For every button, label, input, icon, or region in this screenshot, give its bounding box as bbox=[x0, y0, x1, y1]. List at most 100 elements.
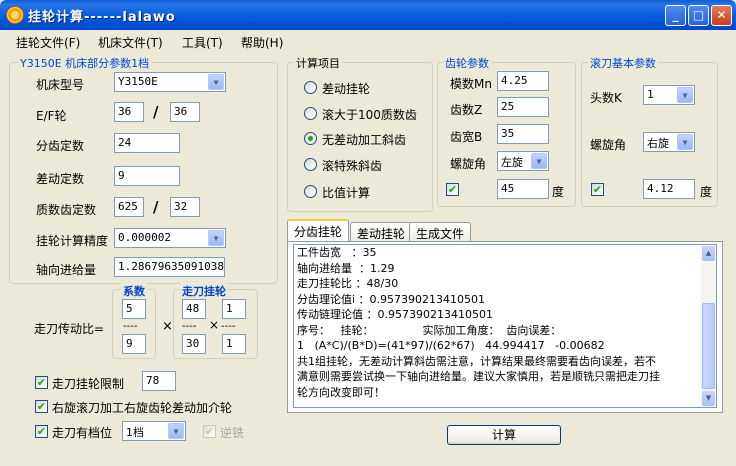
module-input[interactable]: 4.25 bbox=[497, 71, 549, 91]
feed-gear-c-input[interactable]: 30 bbox=[182, 334, 206, 354]
right-hand-checkbox[interactable]: ✔ bbox=[35, 400, 48, 413]
gear-pos-select[interactable]: 1档 ▼ bbox=[122, 421, 186, 441]
gear-angle-checkbox[interactable]: ✔ bbox=[446, 183, 459, 196]
gear-degree-label: 度 bbox=[552, 185, 565, 199]
feed-gear-a-input[interactable]: 48 bbox=[182, 299, 206, 319]
limit-label: 走刀挂轮限制 bbox=[52, 377, 125, 391]
hob-degree-label: 度 bbox=[700, 185, 713, 199]
tab-generate-file[interactable]: 生成文件 bbox=[409, 222, 472, 242]
radio-prime-over-100[interactable] bbox=[304, 107, 317, 120]
feed-input[interactable]: 1.28679635091038 bbox=[114, 257, 225, 277]
calculate-button[interactable]: 计算 bbox=[447, 425, 561, 445]
maximize-button[interactable]: □ bbox=[688, 5, 709, 26]
ef-label: E/F轮 bbox=[36, 109, 67, 123]
feed-gear-title: 走刀挂轮 bbox=[180, 283, 228, 299]
result-output[interactable]: 工件齿宽 ：35 轴向进给量 ：1.29 走刀挂轮比 ：48/30 分齿理论值i… bbox=[293, 244, 717, 408]
coef-top-input[interactable]: 5 bbox=[122, 299, 146, 319]
tab-fenchi[interactable]: 分齿挂轮 bbox=[287, 219, 350, 242]
close-button[interactable]: ✕ bbox=[711, 5, 732, 26]
feed-gear-divider-right: ---- bbox=[221, 321, 236, 332]
chadong-input[interactable]: 9 bbox=[114, 166, 180, 186]
minimize-button[interactable]: _ bbox=[665, 5, 686, 26]
output-line: 满意则需要尝试换一下轴向进给量。建议大家慎用，若是顺铣只需把走刀挂 bbox=[297, 370, 660, 383]
chevron-down-icon: ▼ bbox=[208, 230, 224, 246]
gear-helix-select[interactable]: 左旋 ▼ bbox=[497, 151, 549, 171]
feed-gear-b-input[interactable]: 1 bbox=[222, 299, 246, 319]
f-gear-input[interactable]: 36 bbox=[170, 102, 200, 122]
zhishu-b-input[interactable]: 32 bbox=[170, 197, 200, 217]
hob-helix-select[interactable]: 右旋 ▼ bbox=[643, 132, 695, 152]
coef-bottom-input[interactable]: 9 bbox=[122, 334, 146, 354]
radio-special-helical[interactable] bbox=[304, 158, 317, 171]
feed-label: 轴向进给量 bbox=[36, 263, 97, 277]
e-gear-input[interactable]: 36 bbox=[114, 102, 144, 122]
hob-group-title: 滚刀基本参数 bbox=[588, 55, 658, 71]
radio-ratio-label: 比值计算 bbox=[322, 186, 371, 200]
coef-divider: ---- bbox=[123, 321, 138, 332]
radio-ratio[interactable] bbox=[304, 185, 317, 198]
precision-label: 挂轮计算精度 bbox=[36, 234, 109, 248]
chevron-down-icon: ▼ bbox=[677, 87, 693, 103]
ratio-label: 走刀传动比= bbox=[34, 322, 105, 336]
menu-help[interactable]: 帮助(H) bbox=[241, 34, 283, 51]
ef-slash: / bbox=[153, 103, 159, 121]
hob-starts-select[interactable]: 1 ▼ bbox=[643, 85, 695, 105]
fenchi-input[interactable]: 24 bbox=[114, 133, 180, 153]
gear-group-title: 齿轮参数 bbox=[443, 55, 491, 71]
radio-special-label: 滚特殊斜齿 bbox=[322, 159, 383, 173]
multiply-sign: × bbox=[162, 319, 173, 334]
output-line: 轴向进给量 ：1.29 bbox=[297, 261, 395, 275]
output-line: 传动链理论值 ：0.957390213410501 bbox=[297, 308, 493, 321]
feed-gear-divider-left: ---- bbox=[182, 321, 197, 332]
teeth-label: 齿数Z bbox=[450, 103, 483, 117]
limit-input[interactable]: 78 bbox=[142, 371, 176, 391]
tab-differential[interactable]: 差动挂轮 bbox=[350, 222, 413, 242]
hob-helix-label: 螺旋角 bbox=[590, 138, 627, 152]
output-line: 走刀挂轮比 ：48/30 bbox=[297, 277, 399, 290]
radio-helical-label: 无差动加工斜齿 bbox=[322, 133, 407, 147]
menu-machine[interactable]: 机床文件(T) bbox=[98, 34, 163, 51]
model-select[interactable]: Y3150E ▼ bbox=[114, 72, 226, 92]
output-line: 序号： 挂轮： 实际加工角度： 齿向误差： bbox=[297, 323, 562, 337]
feed-gear-d-input[interactable]: 1 bbox=[222, 334, 246, 354]
zhishu-label: 质数齿定数 bbox=[36, 203, 97, 217]
reverse-checkbox: ✔ bbox=[203, 425, 216, 438]
zhishu-a-input[interactable]: 625 bbox=[114, 197, 144, 217]
output-line: 1 (A*C)/(B*D)=(41*97)/(62*67) 44.994417 … bbox=[297, 339, 605, 352]
window-title: 挂轮计算------lalawo bbox=[28, 10, 176, 25]
radio-differential[interactable] bbox=[304, 81, 317, 94]
hob-starts-label: 头数K bbox=[590, 91, 622, 105]
output-line: 轮方向改变即可！ bbox=[297, 385, 385, 399]
chevron-down-icon: ▼ bbox=[531, 153, 547, 169]
gear-pos-checkbox[interactable]: ✔ bbox=[35, 425, 48, 438]
menu-tools[interactable]: 工具(T) bbox=[182, 34, 223, 51]
output-scrollbar[interactable]: ▲ ▼ bbox=[701, 245, 716, 407]
gear-pos-label: 走刀有档位 bbox=[52, 426, 113, 440]
chevron-down-icon: ▼ bbox=[677, 134, 693, 150]
hob-angle-checkbox[interactable]: ✔ bbox=[591, 183, 604, 196]
app-gear-icon bbox=[6, 6, 24, 24]
gear-angle-input[interactable]: 45 bbox=[497, 179, 549, 199]
scroll-up-icon[interactable]: ▲ bbox=[702, 246, 715, 261]
fenchi-label: 分齿定数 bbox=[36, 139, 85, 153]
radio-helical-no-diff[interactable] bbox=[304, 132, 317, 145]
menu-file[interactable]: 挂轮文件(F) bbox=[16, 34, 80, 51]
zhishu-slash: / bbox=[153, 198, 159, 216]
feed-gear-multiply: × bbox=[209, 318, 220, 332]
hob-angle-input[interactable]: 4.12 bbox=[643, 179, 695, 199]
scroll-thumb[interactable] bbox=[702, 303, 715, 389]
module-label: 模数Mn bbox=[450, 77, 492, 91]
width-label: 齿宽B bbox=[450, 130, 483, 144]
calc-group-title: 计算项目 bbox=[294, 55, 342, 71]
limit-checkbox[interactable]: ✔ bbox=[35, 376, 48, 389]
output-line: 分齿理论值i ：0.957390213410501 bbox=[297, 292, 486, 306]
precision-select[interactable]: 0.000002 ▼ bbox=[114, 228, 226, 248]
chevron-down-icon: ▼ bbox=[168, 423, 184, 439]
radio-differential-label: 差动挂轮 bbox=[322, 82, 371, 96]
model-label: 机床型号 bbox=[36, 78, 85, 92]
chadong-label: 差动定数 bbox=[36, 172, 85, 186]
width-input[interactable]: 35 bbox=[497, 124, 549, 144]
reverse-label: 逆铣 bbox=[220, 426, 245, 440]
teeth-input[interactable]: 25 bbox=[497, 97, 549, 117]
scroll-down-icon[interactable]: ▼ bbox=[702, 391, 715, 406]
